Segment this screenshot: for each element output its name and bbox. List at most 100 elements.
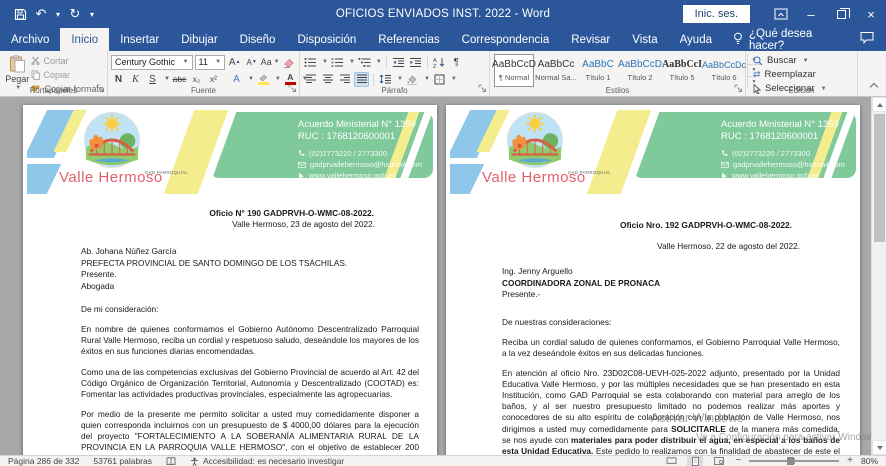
style-titulo-6[interactable]: AaBbCcDc Título 6 bbox=[704, 54, 744, 87]
qat-customize-icon[interactable]: ▾ bbox=[86, 3, 98, 25]
undo-icon[interactable]: ↶ bbox=[31, 3, 51, 25]
style-titulo-5[interactable]: AaBbCcI Título 5 bbox=[662, 54, 702, 87]
bullets-dropdown-icon[interactable]: ▼ bbox=[322, 59, 328, 65]
cursor-icon bbox=[721, 172, 728, 179]
line-spacing-button[interactable] bbox=[378, 72, 393, 87]
bullets-button[interactable] bbox=[303, 55, 318, 70]
underline-button[interactable]: S bbox=[145, 72, 160, 87]
justify-button[interactable] bbox=[354, 72, 369, 87]
align-right-button[interactable] bbox=[337, 72, 352, 87]
show-marks-button[interactable]: ¶ bbox=[449, 55, 464, 70]
zoom-slider[interactable] bbox=[749, 460, 839, 462]
borders-dropdown-icon[interactable]: ▼ bbox=[451, 76, 457, 82]
replace-button[interactable]: ⇄ Reemplazar bbox=[753, 68, 850, 81]
font-family-combo[interactable]: Century Gothic▼ bbox=[111, 55, 193, 70]
tell-me-box[interactable]: ¿Qué desea hacer? bbox=[723, 28, 860, 51]
sign-in-button[interactable]: Inic. ses. bbox=[683, 5, 750, 23]
redo-icon[interactable]: ↻ bbox=[65, 3, 85, 25]
paragraph-dialog-launcher-icon[interactable] bbox=[478, 84, 487, 95]
close-button[interactable]: × bbox=[856, 0, 886, 28]
align-left-button[interactable] bbox=[303, 72, 318, 87]
italic-button[interactable]: K bbox=[128, 72, 143, 87]
align-center-button[interactable] bbox=[320, 72, 335, 87]
shading-button[interactable] bbox=[405, 72, 420, 87]
tab-insertar[interactable]: Insertar bbox=[109, 28, 170, 51]
multilevel-dropdown-icon[interactable]: ▼ bbox=[376, 59, 382, 65]
highlight-dropdown-icon[interactable]: ▼ bbox=[275, 76, 281, 82]
increase-indent-button[interactable] bbox=[408, 55, 423, 70]
tab-diseno[interactable]: Diseño bbox=[229, 28, 287, 51]
undo-dropdown-icon[interactable]: ▾ bbox=[52, 3, 64, 25]
page-indicator[interactable]: Página 286 de 332 bbox=[8, 456, 79, 466]
bold-button[interactable]: N bbox=[111, 72, 126, 87]
style-normal[interactable]: AaBbCcD ¶ Normal bbox=[494, 54, 534, 87]
font-size-combo[interactable]: 11▼ bbox=[195, 55, 226, 70]
style-titulo-1[interactable]: AaBbC Título 1 bbox=[578, 54, 618, 87]
zoom-slider-thumb[interactable] bbox=[787, 457, 794, 465]
sort-button[interactable]: AZ bbox=[432, 55, 447, 70]
numbering-button[interactable] bbox=[330, 55, 345, 70]
decrease-indent-button[interactable] bbox=[391, 55, 406, 70]
superscript-button[interactable]: x² bbox=[206, 72, 221, 87]
clear-formatting-button[interactable] bbox=[281, 55, 296, 70]
tab-correspondencia[interactable]: Correspondencia bbox=[451, 28, 561, 51]
web-layout-button[interactable] bbox=[711, 456, 727, 466]
tab-vista[interactable]: Vista bbox=[621, 28, 668, 51]
zoom-out-button[interactable]: − bbox=[735, 457, 741, 465]
restore-button[interactable] bbox=[826, 0, 856, 28]
tab-dibujar[interactable]: Dibujar bbox=[170, 28, 228, 51]
strikethrough-button[interactable]: abc bbox=[172, 72, 187, 87]
grow-font-button[interactable]: A▲ bbox=[227, 55, 242, 70]
find-button[interactable]: Buscar ▼ bbox=[753, 54, 850, 67]
tab-referencias[interactable]: Referencias bbox=[367, 28, 450, 51]
letterhead: Acuerdo Ministerial N° 1359 RUC : 176812… bbox=[27, 110, 433, 194]
subscript-button[interactable]: x₂ bbox=[189, 72, 204, 87]
font-color-icon: A bbox=[285, 74, 296, 85]
scroll-down-button[interactable] bbox=[872, 440, 886, 455]
page-right[interactable]: Acuerdo Ministerial N° 1359 RUC : 176812… bbox=[446, 105, 860, 455]
styles-dialog-launcher-icon[interactable] bbox=[734, 84, 743, 95]
borders-button[interactable] bbox=[432, 72, 447, 87]
page-left[interactable]: Acuerdo Ministerial N° 1359 RUC : 176812… bbox=[23, 105, 437, 455]
paragraph-segment-bold: SOLICITARLE bbox=[671, 424, 726, 434]
tab-revisar[interactable]: Revisar bbox=[560, 28, 621, 51]
read-mode-button[interactable] bbox=[663, 456, 679, 466]
zoom-in-button[interactable]: + bbox=[847, 457, 853, 465]
ribbon-display-options-icon[interactable] bbox=[766, 0, 796, 28]
numbering-dropdown-icon[interactable]: ▼ bbox=[349, 59, 355, 65]
letter-body-right[interactable]: Oficio Nro. 192 GADPRVH-O-WMC-08-2022. V… bbox=[446, 194, 860, 455]
print-layout-button[interactable] bbox=[687, 456, 703, 466]
collapse-ribbon-icon[interactable] bbox=[870, 83, 878, 91]
line-spacing-dropdown-icon[interactable]: ▼ bbox=[397, 76, 403, 82]
tab-disposicion[interactable]: Disposición bbox=[286, 28, 367, 51]
recipient-block: Ab. Johana Núñez García PREFECTA PROVINC… bbox=[81, 246, 419, 292]
font-dialog-launcher-icon[interactable] bbox=[288, 84, 297, 95]
underline-dropdown-icon[interactable]: ▼ bbox=[164, 76, 170, 82]
cut-button[interactable]: Cortar bbox=[31, 54, 104, 67]
change-case-button[interactable]: Aa▼ bbox=[261, 55, 279, 70]
copy-button[interactable]: Copiar bbox=[31, 68, 104, 81]
tab-archivo[interactable]: Archivo bbox=[0, 28, 60, 51]
clipboard-dialog-launcher-icon[interactable] bbox=[96, 84, 105, 95]
style-titulo-2[interactable]: AaBbCcD Título 2 bbox=[620, 54, 660, 87]
comments-icon[interactable] bbox=[860, 31, 874, 49]
tab-ayuda[interactable]: Ayuda bbox=[669, 28, 723, 51]
letter-body-left[interactable]: Oficio N° 190 GADPRVH-O-WMC-08-2022. Val… bbox=[23, 194, 437, 455]
save-icon[interactable] bbox=[10, 3, 30, 25]
multilevel-list-button[interactable] bbox=[357, 55, 372, 70]
shading-dropdown-icon[interactable]: ▼ bbox=[424, 76, 430, 82]
highlight-color-button[interactable] bbox=[256, 72, 271, 87]
text-effects-dropdown-icon[interactable]: ▼ bbox=[248, 76, 254, 82]
shrink-font-button[interactable]: A▼ bbox=[244, 55, 259, 70]
scrollbar-thumb[interactable] bbox=[874, 114, 885, 242]
minimize-button[interactable]: – bbox=[796, 0, 826, 28]
zoom-level[interactable]: 80% bbox=[861, 456, 878, 466]
proofing-status[interactable] bbox=[166, 457, 176, 466]
vertical-scrollbar[interactable] bbox=[871, 97, 886, 455]
accessibility-status[interactable]: Accesibilidad: es necesario investigar bbox=[190, 456, 344, 466]
word-count[interactable]: 53761 palabras bbox=[93, 456, 152, 466]
tab-inicio[interactable]: Inicio bbox=[60, 28, 109, 51]
text-effects-button[interactable]: A bbox=[229, 72, 244, 87]
style-normal-sa[interactable]: AaBbCc Normal Sa... bbox=[536, 54, 576, 87]
scroll-up-button[interactable] bbox=[872, 97, 886, 112]
